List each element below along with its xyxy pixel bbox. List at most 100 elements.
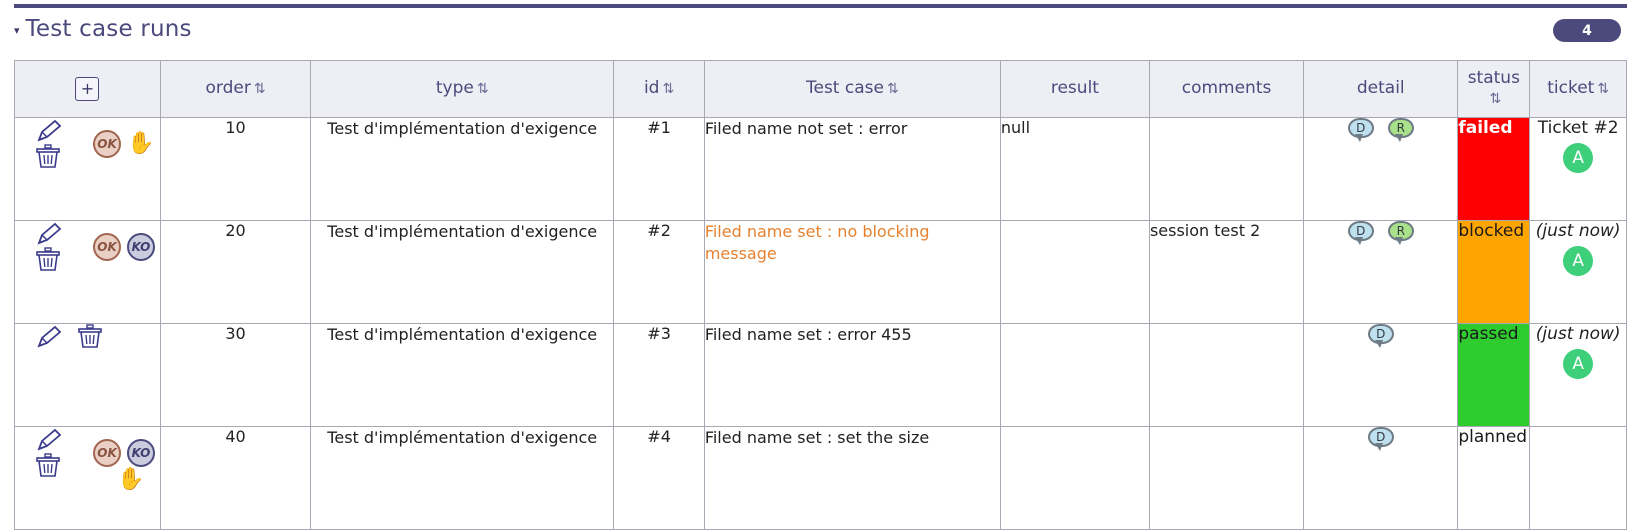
ok-status-icon[interactable]: OK	[93, 439, 121, 467]
collapse-caret-icon[interactable]: ▾	[14, 25, 20, 36]
run-count-badge: 4	[1553, 19, 1621, 42]
ok-status-icon[interactable]: OK	[93, 233, 121, 261]
result-cell-text: null	[1000, 118, 1031, 137]
header-id-label: id	[643, 78, 660, 99]
order-cell-text: 10	[225, 118, 246, 137]
type-cell-text: Test d'implémentation d'exigence	[327, 325, 598, 344]
order-cell-text: 20	[225, 221, 246, 240]
test-case-cell: Filed name set : no blocking message	[703, 220, 1001, 324]
status-cell: planned	[1457, 426, 1531, 530]
delete-trash-icon[interactable]	[33, 451, 87, 479]
block-hand-icon[interactable]: ✋	[127, 133, 154, 155]
header-result: result	[999, 60, 1150, 118]
comments-cell: session test 2	[1148, 220, 1305, 324]
row-actions-cell	[14, 323, 161, 427]
type-cell: Test d'implémentation d'exigence	[310, 117, 615, 221]
detail-result-bubble-icon[interactable]: R	[1387, 118, 1414, 142]
id-cell-text: #2	[647, 221, 671, 240]
test-case-cell-text: Filed name set : set the size	[704, 428, 930, 447]
block-hand-icon[interactable]: ✋	[117, 469, 144, 491]
header-id[interactable]: id ⇅	[613, 60, 705, 118]
order-cell-text: 40	[225, 427, 246, 446]
status-badge: passed	[1458, 324, 1519, 344]
test-case-cell-text: Filed name not set : error	[704, 119, 908, 138]
edit-pencil-icon[interactable]	[33, 221, 87, 247]
type-cell: Test d'implémentation d'exigence	[310, 323, 615, 427]
id-cell: #1	[613, 117, 705, 221]
edit-pencil-icon[interactable]	[33, 118, 87, 144]
header-detail-label: detail	[1356, 78, 1405, 99]
ticket-cell	[1529, 426, 1627, 530]
run-status-actions: OK KO	[93, 233, 165, 261]
status-badge: failed	[1458, 118, 1513, 138]
id-cell: #4	[613, 426, 705, 530]
table-body: OK ✋ 10 Test d'implémentation d'exigence #1 F…	[14, 117, 1627, 530]
detail-cell: D	[1303, 323, 1459, 427]
table-row: OK KO ✋ 40 Test d'implémentation d'exigence #…	[14, 426, 1627, 530]
order-cell: 10	[159, 117, 312, 221]
detail-result-bubble-icon[interactable]: R	[1387, 221, 1414, 245]
id-cell-text: #1	[647, 118, 671, 137]
test-case-cell: Filed name not set : error	[703, 117, 1001, 221]
edit-pencil-icon[interactable]	[33, 324, 65, 350]
header-type[interactable]: type ⇅	[310, 60, 615, 118]
run-status-actions: OK ✋	[93, 130, 165, 158]
delete-trash-icon[interactable]	[75, 324, 105, 350]
id-cell-text: #4	[647, 427, 671, 446]
sort-icon[interactable]: ⇅	[477, 81, 489, 97]
header-order[interactable]: order ⇅	[159, 60, 312, 118]
delete-trash-icon[interactable]	[33, 142, 87, 170]
comments-cell	[1148, 323, 1305, 427]
edit-delete-group	[33, 221, 87, 273]
status-cell: blocked	[1457, 220, 1531, 324]
header-ticket[interactable]: ticket ⇅	[1529, 60, 1627, 118]
delete-trash-icon[interactable]	[33, 245, 87, 273]
table-row: OK KO 20 Test d'implémentation d'exigence #2…	[14, 220, 1627, 324]
edit-pencil-icon[interactable]	[33, 427, 87, 453]
ticket-cell: (just now) A	[1529, 220, 1627, 324]
header-status[interactable]: status ⇅	[1457, 60, 1531, 118]
avatar: A	[1563, 246, 1594, 277]
order-cell-text: 30	[225, 324, 246, 343]
test-case-cell: Filed name set : set the size	[703, 426, 1001, 530]
sort-icon[interactable]: ⇅	[887, 81, 899, 97]
ticket-cell: (just now) A	[1529, 323, 1627, 427]
ticket-link[interactable]: Ticket #2	[1538, 118, 1619, 138]
sort-icon[interactable]: ⇅	[1597, 81, 1609, 97]
detail-cell: DR	[1303, 117, 1459, 221]
status-cell: failed	[1457, 117, 1531, 221]
detail-cell: D	[1303, 426, 1459, 530]
test-case-cell: Filed name set : error 455	[703, 323, 1001, 427]
avatar: A	[1563, 143, 1594, 174]
detail-description-bubble-icon[interactable]: D	[1367, 324, 1394, 348]
type-cell-text: Test d'implémentation d'exigence	[327, 428, 598, 447]
table-row: 30 Test d'implémentation d'exigence #3 File…	[14, 323, 1627, 427]
sort-icon[interactable]: ⇅	[1489, 91, 1501, 107]
add-run-button[interactable]: +	[75, 77, 100, 101]
edit-delete-group	[33, 118, 87, 170]
comments-cell-text: session test 2	[1149, 221, 1261, 240]
table-row: OK ✋ 10 Test d'implémentation d'exigence #1 F…	[14, 117, 1627, 221]
detail-description-bubble-icon[interactable]: D	[1367, 427, 1394, 451]
comments-cell	[1148, 426, 1305, 530]
header-test-case[interactable]: Test case ⇅	[703, 60, 1001, 118]
test-case-runs-panel: ▾ Test case runs 4 + order ⇅ type ⇅ id ⇅…	[0, 0, 1641, 530]
id-cell-text: #3	[647, 324, 671, 343]
ko-status-icon[interactable]: KO	[127, 233, 155, 261]
ko-status-icon[interactable]: KO	[127, 439, 155, 467]
header-actions: +	[14, 60, 161, 118]
sort-icon[interactable]: ⇅	[254, 81, 266, 97]
ticket-timestamp: (just now)	[1535, 221, 1621, 241]
ticket-timestamp: (just now)	[1535, 324, 1621, 344]
sort-icon[interactable]: ⇅	[662, 81, 674, 97]
ok-status-icon[interactable]: OK	[93, 130, 121, 158]
section-header: ▾ Test case runs 4	[14, 16, 1627, 50]
result-cell	[999, 323, 1150, 427]
order-cell: 20	[159, 220, 312, 324]
test-case-cell-text: Filed name set : error 455	[704, 325, 912, 344]
test-case-link[interactable]: Filed name set : no blocking message	[705, 222, 930, 263]
header-ticket-label: ticket	[1547, 78, 1595, 99]
detail-description-bubble-icon[interactable]: D	[1347, 221, 1374, 245]
result-cell	[999, 220, 1150, 324]
detail-description-bubble-icon[interactable]: D	[1347, 118, 1374, 142]
